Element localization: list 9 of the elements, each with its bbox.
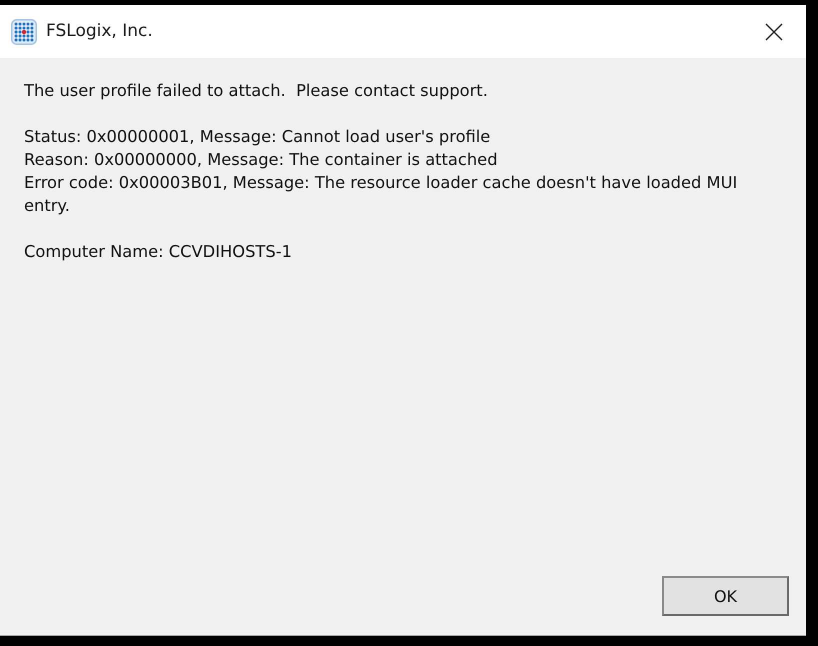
app-icon [11,18,37,44]
message-summary: The user profile failed to attach. Please contact support. [24,80,489,102]
window-title: FSLogix, Inc. [46,21,154,42]
computer-name: Computer Name: CCVDIHOSTS-1 [24,241,293,263]
ok-button[interactable]: OK [662,576,789,616]
message-detail: Reason: 0x00000000, Message: The container is attached [24,149,499,171]
close-icon [765,22,783,40]
message-detail: Status: 0x00000001, Message: Cannot load user's profile [24,126,492,148]
message-detail: Error code: 0x00003B01, Message: The resource loader cache doesn't have loaded MUI entry. [24,172,738,217]
